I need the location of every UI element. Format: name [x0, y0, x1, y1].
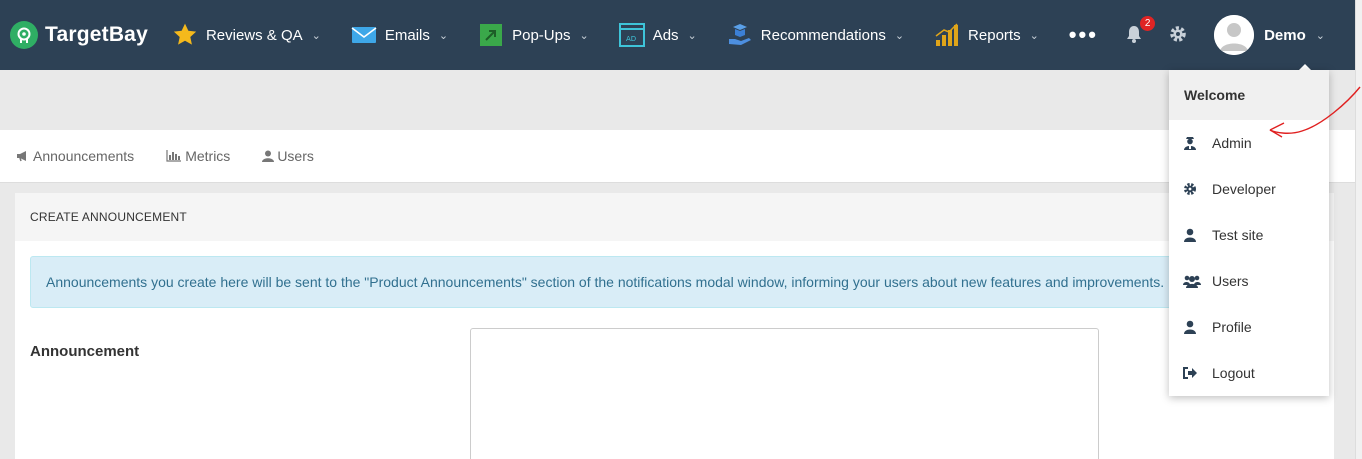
star-icon [172, 22, 198, 48]
nav-reviews-qa[interactable]: Reviews & QA ⌄ [172, 0, 321, 70]
nav-ads-label: Ads [652, 26, 679, 44]
notifications-button[interactable]: 2 [1124, 16, 1156, 46]
chevron-down-icon: ⌄ [438, 29, 449, 42]
menu-item-test-site[interactable]: Test site [1169, 212, 1329, 258]
svg-text:AD: AD [626, 35, 636, 43]
info-alert: Announcements you create here will be se… [30, 256, 1320, 308]
tab-users[interactable]: Users [262, 148, 314, 164]
sign-out-icon [1183, 366, 1197, 380]
chevron-down-icon[interactable]: ⌄ [1316, 29, 1325, 42]
chevron-down-icon: ⌄ [579, 29, 589, 42]
nav-ads[interactable]: AD Ads ⌄ [618, 0, 697, 70]
menu-item-logout-label: Logout [1212, 365, 1255, 381]
nav-recommendations[interactable]: Recommendations ⌄ [727, 0, 904, 70]
nav-reports-label: Reports [968, 26, 1021, 44]
chevron-down-icon: ⌄ [894, 29, 905, 42]
nav-popups-label: Pop-Ups [512, 26, 571, 44]
nav-recommendations-label: Recommendations [760, 26, 886, 44]
bar-chart-icon [934, 22, 960, 48]
avatar[interactable] [1214, 15, 1255, 55]
page-scrollbar[interactable] [1355, 0, 1362, 459]
nav-reviews-qa-label: Reviews & QA [205, 26, 303, 44]
more-menu-button[interactable]: ••• [1069, 22, 1098, 48]
tab-metrics[interactable]: Metrics [166, 148, 230, 164]
annotation-arrow-icon [1269, 86, 1361, 138]
settings-button[interactable] [1168, 24, 1190, 46]
chevron-down-icon: ⌄ [311, 29, 321, 42]
gear-icon [1170, 26, 1186, 42]
envelope-icon [351, 22, 377, 48]
tab-users-label: Users [277, 148, 314, 164]
nav-reports[interactable]: Reports ⌄ [934, 0, 1039, 70]
user-name[interactable]: Demo [1264, 27, 1306, 44]
nav-emails[interactable]: Emails ⌄ [351, 0, 448, 70]
brand-logo-icon [10, 21, 38, 49]
menu-item-profile-label: Profile [1212, 319, 1252, 335]
menu-item-profile[interactable]: Profile [1169, 304, 1329, 350]
announcement-field-label: Announcement [30, 343, 140, 360]
tab-metrics-label: Metrics [185, 148, 231, 164]
chevron-down-icon: ⌄ [1029, 29, 1039, 42]
nav-popups[interactable]: Pop-Ups ⌄ [478, 0, 589, 70]
top-navbar: TargetBay Reviews & QA ⌄ Emails ⌄ Pop-Up… [0, 0, 1355, 70]
menu-item-users[interactable]: Users [1169, 258, 1329, 304]
megaphone-icon [17, 151, 26, 162]
notification-count-badge: 2 [1140, 16, 1156, 31]
create-announcement-panel: CREATE ANNOUNCEMENT Announcements you cr… [15, 193, 1334, 459]
users-icon [1183, 274, 1201, 288]
chevron-down-icon: ⌄ [687, 29, 697, 42]
user-icon [262, 150, 275, 162]
panel-title: CREATE ANNOUNCEMENT [15, 193, 1334, 241]
chart-icon [166, 150, 182, 162]
user-icon [1183, 320, 1197, 334]
sub-navigation: Announcements Metrics Users [0, 130, 1355, 183]
tab-announcements[interactable]: Announcements [16, 148, 134, 164]
popup-arrow-icon [478, 22, 504, 48]
admin-user-icon [1183, 136, 1197, 150]
hand-box-icon [727, 22, 753, 48]
gear-icon [1183, 182, 1197, 196]
menu-item-test-site-label: Test site [1212, 227, 1264, 243]
ad-window-icon: AD [618, 22, 645, 48]
brand-name: TargetBay [45, 23, 148, 46]
brand-logo[interactable]: TargetBay [10, 21, 148, 49]
nav-emails-label: Emails [384, 26, 430, 44]
tab-announcements-label: Announcements [33, 148, 135, 164]
menu-item-admin-label: Admin [1212, 135, 1252, 151]
menu-item-developer-label: Developer [1212, 181, 1276, 197]
user-icon [1183, 228, 1197, 242]
menu-item-users-label: Users [1212, 273, 1249, 289]
menu-item-developer[interactable]: Developer [1169, 166, 1329, 212]
announcement-textarea[interactable] [470, 328, 1099, 459]
menu-item-logout[interactable]: Logout [1169, 350, 1329, 396]
